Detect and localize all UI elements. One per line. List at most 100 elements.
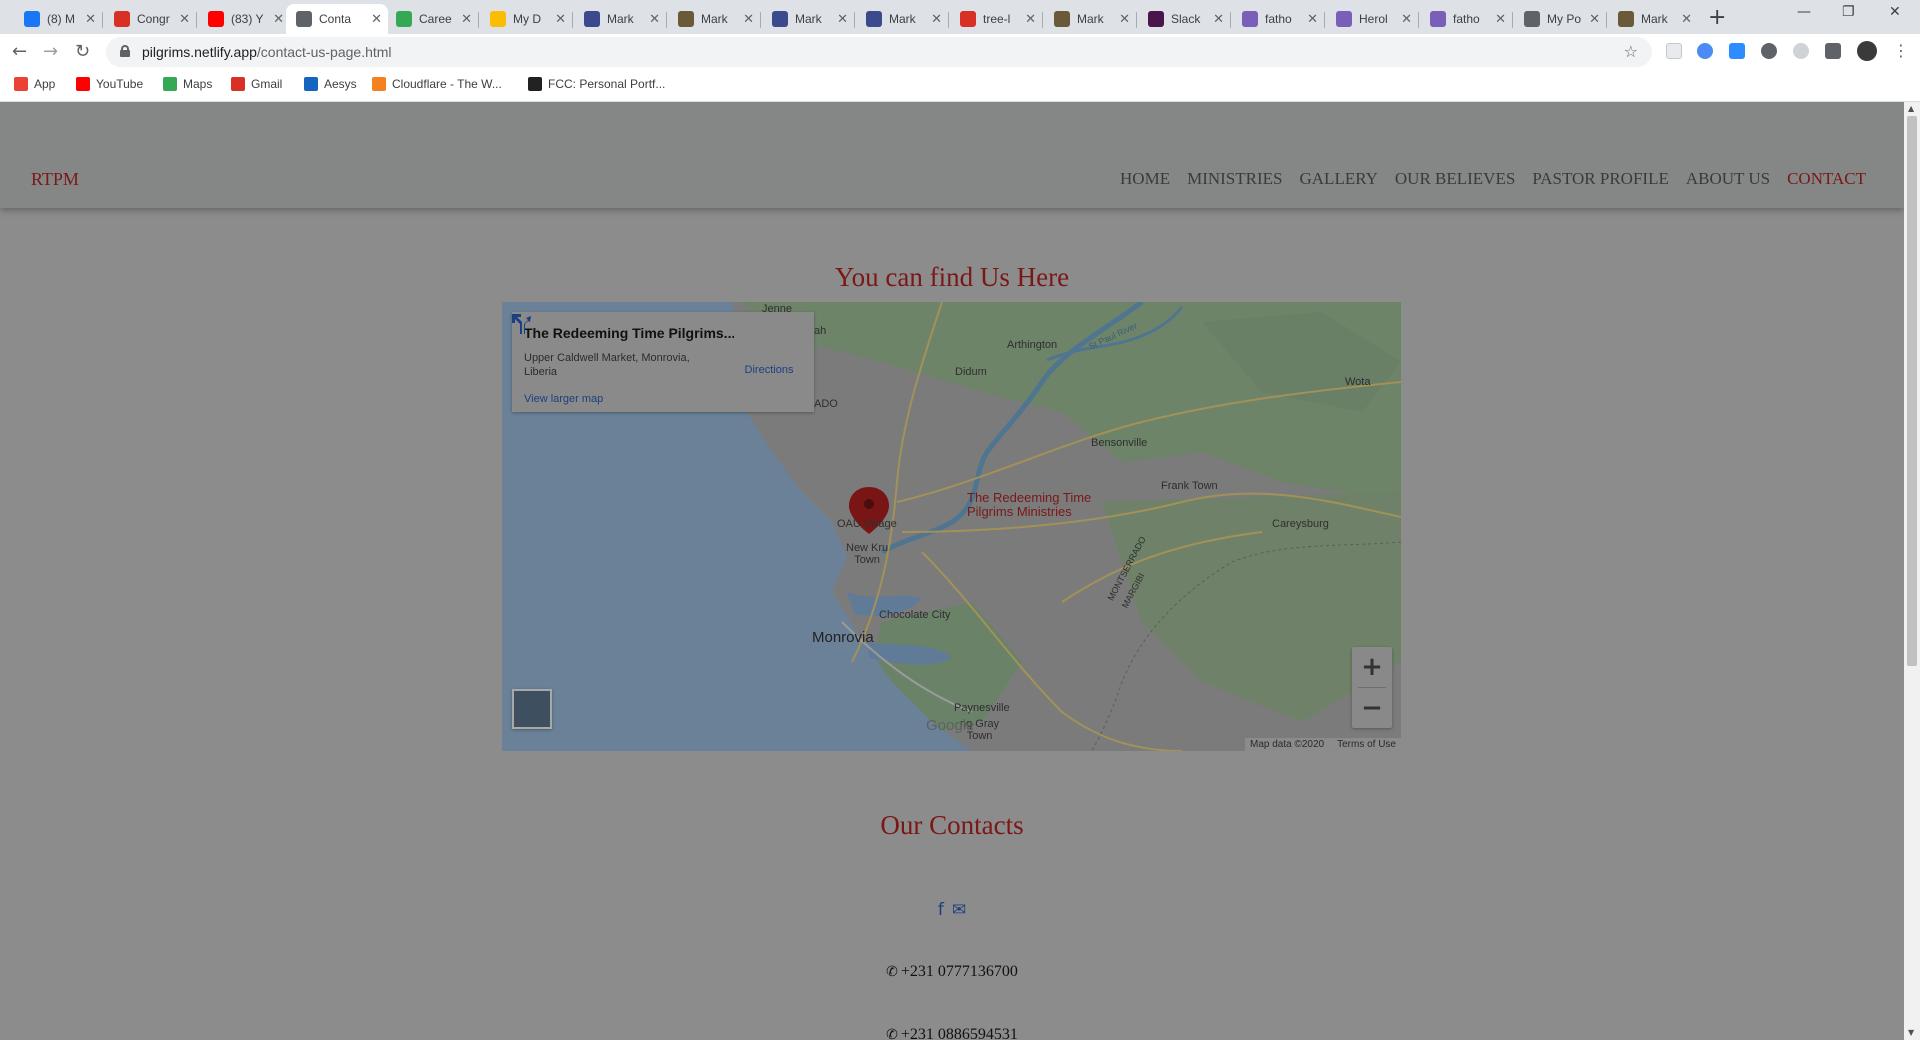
map-section-title: You can find Us Here <box>834 262 1070 292</box>
zoom-out-button[interactable]: − <box>1352 688 1392 728</box>
browser-tab[interactable]: tree-l ✕ <box>950 4 1042 34</box>
zoom-in-button[interactable]: + <box>1352 647 1392 687</box>
bookmark-item[interactable]: App <box>14 77 55 91</box>
map-data-text[interactable]: Map data ©2020 <box>1250 738 1324 751</box>
extension-icon[interactable] <box>1666 43 1682 59</box>
nav-link-about-us[interactable]: ABOUT US <box>1686 170 1770 187</box>
close-tab-icon[interactable]: ✕ <box>273 12 284 27</box>
address-bar[interactable]: pilgrims.netlify.app/contact-us-page.htm… <box>106 37 1652 67</box>
forward-icon[interactable]: → <box>43 41 58 62</box>
bookmark-item[interactable]: Cloudflare - The W... <box>372 77 502 91</box>
nav-link-ministries[interactable]: MINISTRIES <box>1187 170 1282 187</box>
heroku-icon <box>1242 11 1258 27</box>
browser-tab[interactable]: (8) M ✕ <box>14 4 102 34</box>
close-tab-icon[interactable]: ✕ <box>85 12 96 27</box>
browser-tab[interactable]: fatho ✕ <box>1232 4 1324 34</box>
browser-tab[interactable]: Herol ✕ <box>1326 4 1418 34</box>
close-tab-icon[interactable]: ✕ <box>1401 12 1412 27</box>
browser-tab[interactable]: Mark ✕ <box>668 4 760 34</box>
close-tab-icon[interactable]: ✕ <box>461 12 472 27</box>
menu-kebab-icon[interactable]: ⋮ <box>1893 41 1909 60</box>
nav-link-gallery[interactable]: GALLERY <box>1300 170 1378 187</box>
map-label: ah <box>814 325 827 337</box>
browser-tab[interactable]: My D ✕ <box>480 4 572 34</box>
tab-separator <box>854 12 855 28</box>
browser-tab[interactable]: Mark ✕ <box>1044 4 1136 34</box>
browser-tab[interactable]: fatho ✕ <box>1420 4 1512 34</box>
extension-icon[interactable] <box>1697 43 1713 59</box>
browser-tab[interactable]: Congr ✕ <box>104 4 196 34</box>
browser-tab[interactable]: Mark ✕ <box>856 4 948 34</box>
close-tab-icon[interactable]: ✕ <box>837 12 848 27</box>
tab-separator <box>1042 12 1043 28</box>
close-tab-icon[interactable]: ✕ <box>1495 12 1506 27</box>
profile-avatar[interactable] <box>1857 41 1877 61</box>
puzzle-extensions-icon[interactable] <box>1825 43 1841 59</box>
bookmark-item[interactable]: FCC: Personal Portf... <box>528 77 665 91</box>
browser-tab[interactable]: My Po ✕ <box>1514 4 1606 34</box>
close-tab-icon[interactable]: ✕ <box>179 12 190 27</box>
page-scrollbar[interactable]: ▲ ▼ <box>1904 102 1920 1040</box>
terms-of-use-link[interactable]: Terms of Use <box>1337 738 1396 751</box>
place-title[interactable]: The Redeeming Time Pilgrims... <box>524 325 734 341</box>
close-tab-icon[interactable]: ✕ <box>371 12 382 27</box>
view-larger-map-link[interactable]: View larger map <box>524 393 603 405</box>
close-tab-icon[interactable]: ✕ <box>1025 12 1036 27</box>
close-tab-icon[interactable]: ✕ <box>1119 12 1130 27</box>
bookmark-item[interactable]: YouTube <box>76 77 143 91</box>
nav-link-pastor-profile[interactable]: PASTOR PROFILE <box>1532 170 1669 187</box>
scroll-up-arrow-icon[interactable]: ▲ <box>1908 104 1914 113</box>
bookmark-label: Aesys <box>324 77 357 91</box>
bookmark-label: Maps <box>183 77 213 91</box>
bookmark-star-icon[interactable]: ☆ <box>1624 42 1638 61</box>
close-tab-icon[interactable]: ✕ <box>743 12 754 27</box>
facebook-icon[interactable]: f <box>938 900 944 920</box>
browser-tab[interactable]: Mark ✕ <box>574 4 666 34</box>
bookmark-item[interactable]: Aesys <box>304 77 357 91</box>
tab-title: (8) M <box>47 12 75 26</box>
nav-link-our-believes[interactable]: OUR BELIEVES <box>1395 170 1515 187</box>
close-tab-icon[interactable]: ✕ <box>649 12 660 27</box>
site-brand[interactable]: RTPM <box>31 170 79 188</box>
restore-button[interactable]: ❐ <box>1842 4 1855 20</box>
browser-tab[interactable]: Conta ✕ <box>286 4 388 34</box>
scroll-down-arrow-icon[interactable]: ▼ <box>1908 1028 1914 1037</box>
envelope-icon[interactable]: ✉ <box>952 900 966 920</box>
zoom-extension-icon[interactable] <box>1729 43 1745 59</box>
map-label: ADO <box>814 398 838 410</box>
browser-tab[interactable]: Slack ✕ <box>1138 4 1230 34</box>
new-tab-button[interactable]: + <box>1708 5 1726 30</box>
bookmark-item[interactable]: Gmail <box>231 77 282 91</box>
extension-icon[interactable] <box>1793 43 1809 59</box>
browser-tab[interactable]: Caree ✕ <box>386 4 478 34</box>
nav-link-contact[interactable]: CONTACT <box>1787 170 1866 187</box>
close-tab-icon[interactable]: ✕ <box>555 12 566 27</box>
directions-link[interactable]: Directions <box>739 364 799 376</box>
close-tab-icon[interactable]: ✕ <box>931 12 942 27</box>
close-tab-icon[interactable]: ✕ <box>1681 12 1692 27</box>
map-zoom-control: + − <box>1352 647 1392 728</box>
close-tab-icon[interactable]: ✕ <box>1589 12 1600 27</box>
back-icon[interactable]: ← <box>12 41 27 62</box>
google-drive-icon <box>490 11 506 27</box>
satellite-toggle-button[interactable] <box>512 689 552 729</box>
lock-icon[interactable] <box>120 45 130 57</box>
bookmark-label: FCC: Personal Portf... <box>548 77 666 91</box>
browser-tab[interactable]: Mark ✕ <box>762 4 854 34</box>
scrollbar-thumb[interactable] <box>1907 116 1917 666</box>
settings-extension-icon[interactable] <box>1761 43 1777 59</box>
directions-icon[interactable] <box>512 312 532 334</box>
browser-tab[interactable]: Mark ✕ <box>1608 4 1698 34</box>
close-tab-icon[interactable]: ✕ <box>1213 12 1224 27</box>
tab-title: Mark <box>607 12 634 26</box>
nav-link-home[interactable]: HOME <box>1120 170 1170 187</box>
embedded-map[interactable]: The Redeeming Time Pilgrims... Upper Cal… <box>502 302 1401 751</box>
close-window-button[interactable]: ✕ <box>1889 4 1901 20</box>
minimize-button[interactable]: — <box>1797 4 1811 20</box>
reload-icon[interactable]: ↻ <box>75 41 90 62</box>
close-tab-icon[interactable]: ✕ <box>1307 12 1318 27</box>
bookmark-item[interactable]: Maps <box>163 77 212 91</box>
place-marker-label[interactable]: The Redeeming Time Pilgrims Ministries <box>967 491 1091 518</box>
url-text[interactable]: pilgrims.netlify.app/contact-us-page.htm… <box>142 44 392 60</box>
browser-tab[interactable]: (83) Y ✕ <box>198 4 290 34</box>
